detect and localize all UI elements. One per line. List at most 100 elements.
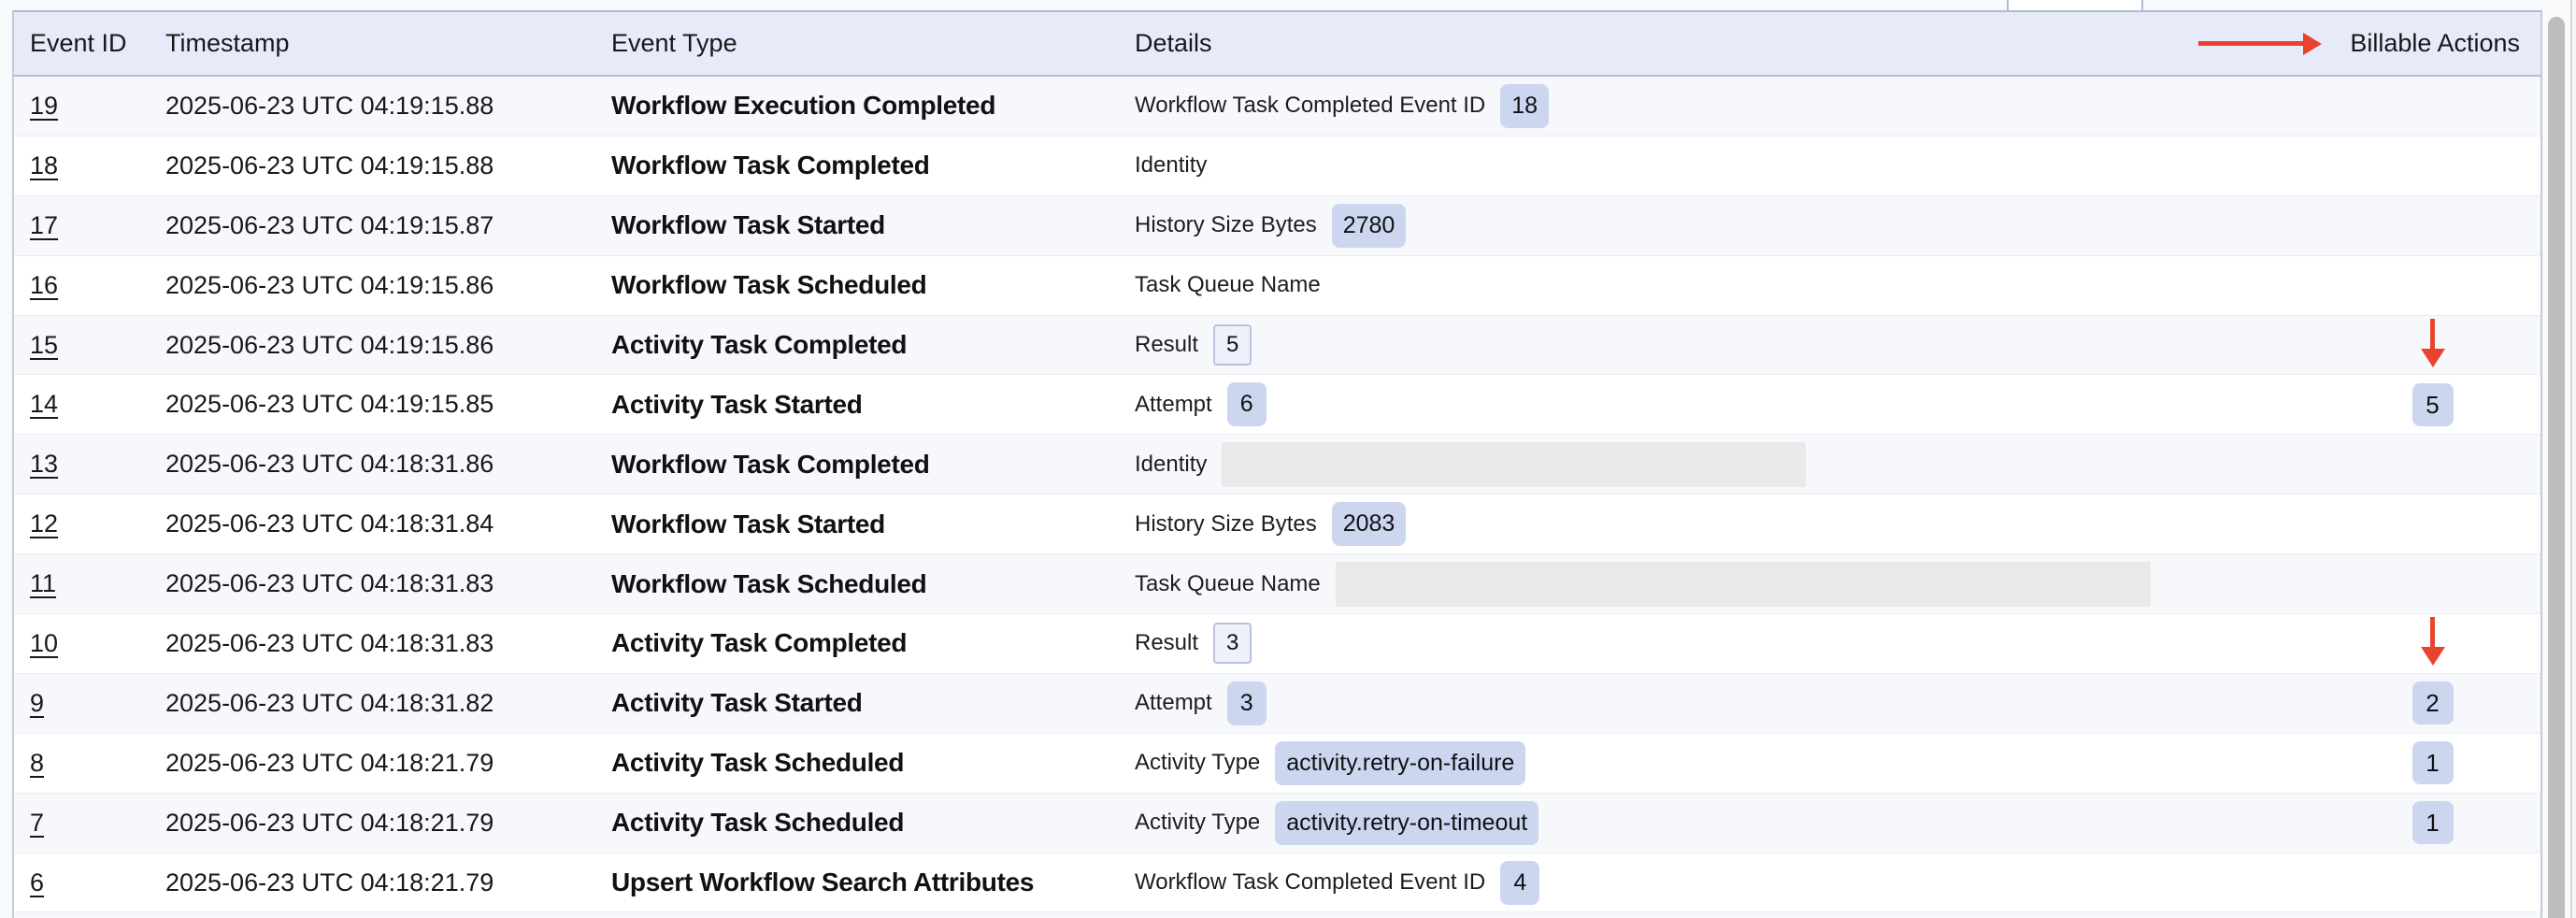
annotation-arrow-down-icon bbox=[2393, 617, 2472, 669]
detail-cell: Workflow Task Completed Event ID4 bbox=[1135, 853, 2335, 912]
event-id-link[interactable]: 12 bbox=[30, 495, 58, 553]
detail-cell: Attempt6 bbox=[1135, 375, 2335, 434]
table-row[interactable]: 14 2025-06-23 UTC 04:19:15.85 Activity Tas… bbox=[14, 375, 2540, 435]
event-id-link[interactable]: 14 bbox=[30, 375, 58, 434]
annotation-arrow-right-icon bbox=[2198, 33, 2322, 55]
table-row[interactable]: 15 2025-06-23 UTC 04:19:15.86 Activity Tas… bbox=[14, 316, 2540, 376]
arrow-shaft bbox=[2430, 617, 2435, 647]
detail-label: Identity bbox=[1135, 452, 1207, 478]
table-row[interactable]: 122025-06-23 UTC 04:18:31.84Workflow Tas… bbox=[14, 495, 2540, 554]
event-timestamp: 2025-06-23 UTC 04:19:15.87 bbox=[165, 196, 494, 255]
event-id-link[interactable]: 18 bbox=[30, 136, 58, 195]
detail-value-badge: 2083 bbox=[1332, 502, 1407, 546]
detail-cell: Activity Typeactivity.retry-on-failure bbox=[1135, 734, 2335, 793]
event-history-screen: Event ID Timestamp Event Type Details Bi… bbox=[0, 0, 2576, 918]
table-header-row: Event ID Timestamp Event Type Details Bi… bbox=[14, 12, 2540, 77]
scrollbar-track[interactable] bbox=[2544, 0, 2576, 918]
event-id-link[interactable]: 15 bbox=[30, 316, 58, 375]
table-row[interactable]: 19 2025-06-23 UTC 04:19:15.88 Workflow Exe… bbox=[14, 77, 2540, 136]
detail-cell: Identity bbox=[1135, 435, 2335, 494]
event-timestamp: 2025-06-23 UTC 04:19:15.85 bbox=[165, 375, 494, 434]
billable-actions-cell: 5 bbox=[2393, 375, 2472, 434]
event-type: Workflow Task Scheduled bbox=[611, 554, 926, 613]
detail-label: Attempt bbox=[1135, 690, 1212, 716]
event-type: Activity Task Started bbox=[611, 674, 863, 733]
detail-value-badge: 6 bbox=[1227, 382, 1267, 426]
event-type: Workflow Task Completed bbox=[611, 435, 930, 494]
event-type: Workflow Task Started bbox=[611, 196, 885, 255]
detail-label: Activity Type bbox=[1135, 750, 1260, 776]
arrow-shaft bbox=[2430, 319, 2435, 349]
redacted-value bbox=[1222, 442, 1806, 487]
table-row[interactable]: 162025-06-23 UTC 04:19:15.86Workflow Tas… bbox=[14, 256, 2540, 316]
column-header-timestamp: Timestamp bbox=[165, 12, 290, 75]
detail-value-badge: 2780 bbox=[1332, 204, 1407, 248]
event-type: Workflow Execution Completed bbox=[611, 77, 995, 136]
detail-label: Task Queue Name bbox=[1135, 571, 1321, 597]
event-id-link[interactable]: 10 bbox=[30, 614, 58, 673]
scrollbar-thumb[interactable] bbox=[2548, 17, 2565, 918]
column-header-event-id: Event ID bbox=[30, 12, 127, 75]
detail-label: History Size Bytes bbox=[1135, 212, 1317, 238]
table-row[interactable]: 10 2025-06-23 UTC 04:18:31.83 Activity Tas… bbox=[14, 614, 2540, 674]
event-type: Activity Task Started bbox=[611, 375, 863, 434]
event-timestamp: 2025-06-23 UTC 04:19:15.88 bbox=[165, 77, 494, 136]
event-id-link[interactable]: 7 bbox=[30, 794, 44, 853]
event-timestamp: 2025-06-23 UTC 04:18:21.79 bbox=[165, 853, 494, 912]
detail-cell: Activity Typeactivity.retry-on-timeout bbox=[1135, 794, 2335, 853]
detail-cell: Workflow Task Completed Event ID 18 bbox=[1135, 77, 2335, 136]
event-id-link[interactable]: 17 bbox=[30, 196, 58, 255]
detail-cell: Result5 bbox=[1135, 316, 2335, 375]
detail-label: Result bbox=[1135, 332, 1198, 358]
event-id-link[interactable]: 6 bbox=[30, 853, 44, 912]
event-timestamp: 2025-06-23 UTC 04:18:31.86 bbox=[165, 435, 494, 494]
event-id-link[interactable]: 8 bbox=[30, 734, 44, 793]
event-type: Activity Task Scheduled bbox=[611, 734, 904, 793]
window-right-margin bbox=[2572, 0, 2576, 918]
detail-label: Workflow Task Completed Event ID bbox=[1135, 869, 1485, 896]
billable-actions-cell: 2 bbox=[2393, 674, 2472, 733]
detail-value-badge: 3 bbox=[1213, 623, 1252, 664]
event-id-link[interactable]: 9 bbox=[30, 674, 44, 733]
event-timestamp: 2025-06-23 UTC 04:19:15.86 bbox=[165, 316, 494, 375]
table-row[interactable]: 7 2025-06-23 UTC 04:18:21.79 Activity Task… bbox=[14, 794, 2540, 853]
column-header-details: Details bbox=[1135, 12, 1212, 75]
detail-cell: Result 3 bbox=[1135, 614, 2335, 673]
detail-cell: History Size Bytes2083 bbox=[1135, 495, 2335, 553]
table-row[interactable]: 17 2025-06-23 UTC 04:19:15.87 Workflow Tas… bbox=[14, 196, 2540, 256]
detail-cell: Identity bbox=[1135, 136, 2335, 195]
event-timestamp: 2025-06-23 UTC 04:19:15.88 bbox=[165, 136, 494, 195]
event-type: Workflow Task Started bbox=[611, 495, 885, 553]
detail-cell: History Size Bytes 2780 bbox=[1135, 196, 2335, 255]
event-timestamp: 2025-06-23 UTC 04:18:31.83 bbox=[165, 614, 494, 673]
detail-label: Result bbox=[1135, 630, 1198, 656]
event-id-link[interactable]: 13 bbox=[30, 435, 58, 494]
table-row[interactable]: 62025-06-23 UTC 04:18:21.79Upsert Workfl… bbox=[14, 853, 2540, 913]
column-header-event-type: Event Type bbox=[611, 12, 737, 75]
arrow-head bbox=[2303, 33, 2322, 55]
popup-bottom-edge bbox=[2007, 0, 2143, 10]
detail-label: Identity bbox=[1135, 152, 1207, 179]
detail-value-badge: 18 bbox=[1500, 84, 1549, 128]
billable-actions-badge: 1 bbox=[2412, 741, 2454, 784]
event-type: Activity Task Completed bbox=[611, 316, 907, 375]
billable-actions-badge: 2 bbox=[2412, 681, 2454, 724]
table-row[interactable]: 11 2025-06-23 UTC 04:18:31.83 Workflow Tas… bbox=[14, 554, 2540, 614]
annotation-arrow-down-icon bbox=[2393, 319, 2472, 371]
event-timestamp: 2025-06-23 UTC 04:18:21.79 bbox=[165, 794, 494, 853]
page-background-strip bbox=[0, 0, 2576, 10]
event-type: Activity Task Completed bbox=[611, 614, 907, 673]
event-id-link[interactable]: 11 bbox=[30, 554, 56, 613]
table-row[interactable]: 182025-06-23 UTC 04:19:15.88Workflow Tas… bbox=[14, 136, 2540, 196]
detail-value-badge: 3 bbox=[1227, 681, 1267, 725]
table-row[interactable]: 13 2025-06-23 UTC 04:18:31.86 Workflow Tas… bbox=[14, 435, 2540, 495]
table-row[interactable]: 82025-06-23 UTC 04:18:21.79Activity Task… bbox=[14, 734, 2540, 794]
detail-cell: Task Queue Name bbox=[1135, 554, 2335, 613]
billable-actions-cell: 1 bbox=[2393, 794, 2472, 853]
table-row[interactable]: 92025-06-23 UTC 04:18:31.82Activity Task… bbox=[14, 674, 2540, 734]
event-id-link[interactable]: 19 bbox=[30, 77, 58, 136]
detail-label: Workflow Task Completed Event ID bbox=[1135, 93, 1485, 119]
event-id-link[interactable]: 16 bbox=[30, 256, 58, 315]
event-type: Activity Task Scheduled bbox=[611, 794, 904, 853]
event-timestamp: 2025-06-23 UTC 04:18:31.83 bbox=[165, 554, 494, 613]
